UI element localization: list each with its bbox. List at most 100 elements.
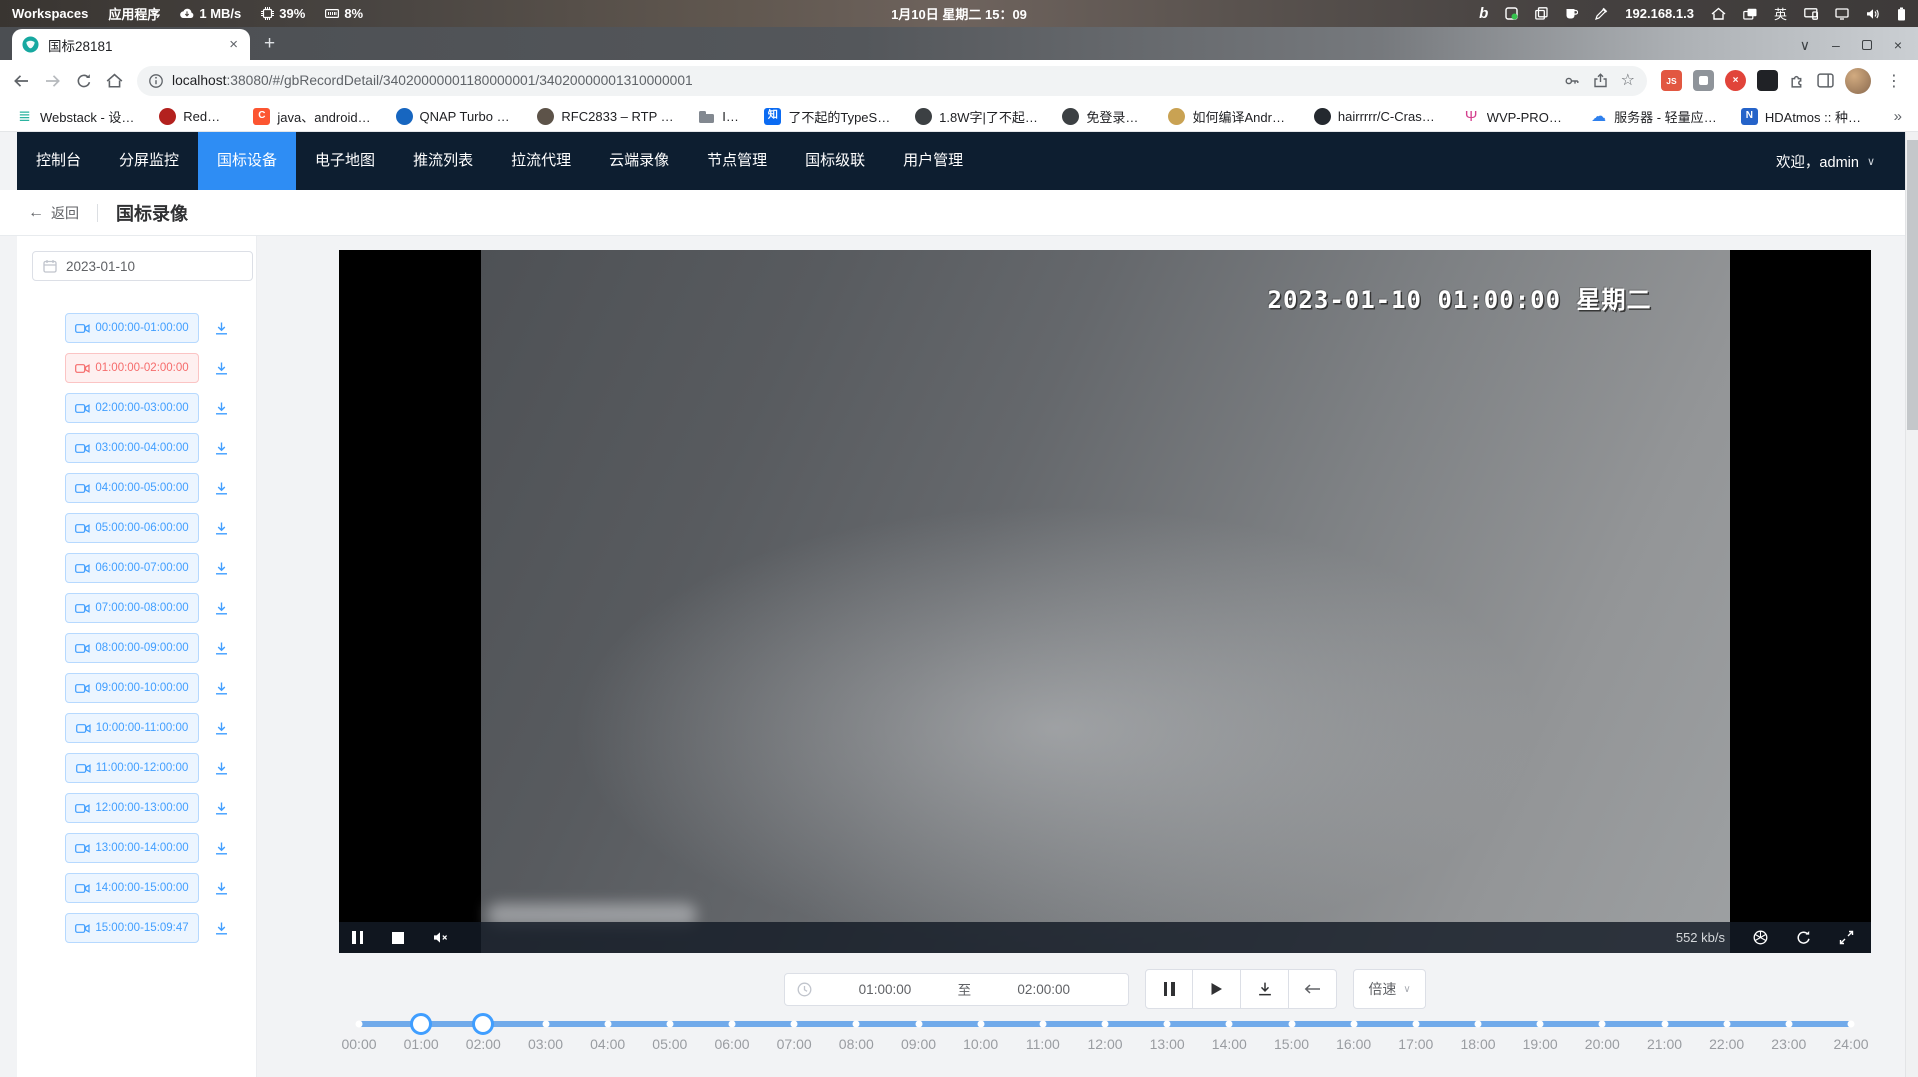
back-icon[interactable] xyxy=(12,73,30,89)
user-menu[interactable]: 欢迎，admin ∨ xyxy=(1776,151,1875,172)
download-segment-button[interactable] xyxy=(212,599,231,618)
record-segment-button[interactable]: 15:00:00-15:09:47 xyxy=(65,913,199,943)
window-minimize-icon[interactable]: – xyxy=(1832,38,1840,52)
bookmark-item[interactable]: 免登录复制 xyxy=(1062,107,1144,126)
download-segment-button[interactable] xyxy=(212,439,231,458)
nav-menu-item[interactable]: 电子地图 xyxy=(296,132,394,190)
end-time-value[interactable]: 02:00:00 xyxy=(971,982,1116,997)
toolbar-home-icon[interactable] xyxy=(106,73,123,88)
nav-menu-item[interactable]: 分屏监控 xyxy=(100,132,198,190)
record-segment-button[interactable]: 04:00:00-05:00:00 xyxy=(65,473,199,503)
bookmark-item[interactable]: RFC2833 – RTP Ev... xyxy=(537,108,674,125)
record-segment-button[interactable]: 00:00:00-01:00:00 xyxy=(65,313,199,343)
download-segment-button[interactable] xyxy=(212,399,231,418)
download-segment-button[interactable] xyxy=(212,679,231,698)
tray-screenshot-app-icon[interactable] xyxy=(1505,7,1518,20)
record-segment-button[interactable]: 10:00:00-11:00:00 xyxy=(65,713,199,743)
nav-menu-item[interactable]: 国标级联 xyxy=(786,132,884,190)
browser-menu-icon[interactable]: ⋮ xyxy=(1882,71,1906,91)
bookmarks-overflow-icon[interactable]: » xyxy=(1894,108,1902,125)
timeline-handle-end[interactable] xyxy=(472,1013,494,1035)
home-icon[interactable] xyxy=(1711,7,1726,20)
bookmark-item[interactable]: 1.8W字|了不起的... xyxy=(915,107,1038,126)
bookmark-item[interactable]: 知 了不起的TypeScri... xyxy=(764,107,891,126)
download-segment-button[interactable] xyxy=(212,799,231,818)
battery-icon[interactable] xyxy=(1897,7,1906,21)
download-segment-button[interactable] xyxy=(212,719,231,738)
nav-menu-item[interactable]: 节点管理 xyxy=(688,132,786,190)
player-pause-button[interactable] xyxy=(352,931,363,944)
tray-app-b-icon[interactable]: b xyxy=(1479,5,1488,22)
share-icon[interactable] xyxy=(1593,73,1608,88)
window-maximize-icon[interactable] xyxy=(1862,40,1872,50)
bookmark-star-icon[interactable]: ☆ xyxy=(1621,73,1635,89)
date-picker-input[interactable]: 2023-01-10 xyxy=(32,251,253,281)
browser-tab[interactable]: 国标28181 × xyxy=(12,29,250,60)
tray-caffeine-cup-icon[interactable] xyxy=(1565,8,1578,20)
download-button[interactable] xyxy=(1241,969,1289,1009)
side-panel-icon[interactable] xyxy=(1817,73,1834,88)
video-player[interactable]: 2023-01-10 01:00:00 星期二 552 kb/s xyxy=(339,250,1871,953)
nav-menu-item[interactable]: 云端录像 xyxy=(590,132,688,190)
snapshot-button[interactable] xyxy=(1753,930,1768,945)
record-segment-button[interactable]: 03:00:00-04:00:00 xyxy=(65,433,199,463)
download-segment-button[interactable] xyxy=(212,319,231,338)
window-close-icon[interactable]: × xyxy=(1894,38,1902,52)
nav-menu-item[interactable]: 拉流代理 xyxy=(492,132,590,190)
extensions-puzzle-icon[interactable] xyxy=(1789,72,1806,89)
timeline-handle-start[interactable] xyxy=(410,1013,432,1035)
profile-avatar[interactable] xyxy=(1845,68,1871,94)
bookmark-item[interactable]: 如何编译Android... xyxy=(1168,107,1289,126)
bookmark-item[interactable]: ☁ 服务器 - 轻量应用... xyxy=(1590,107,1717,126)
extension-icon-4[interactable] xyxy=(1757,70,1778,91)
player-mute-button[interactable] xyxy=(433,931,449,944)
page-scrollbar[interactable] xyxy=(1905,132,1918,1077)
input-method-indicator[interactable]: 英 xyxy=(1774,4,1787,23)
download-segment-button[interactable] xyxy=(212,759,231,778)
download-segment-button[interactable] xyxy=(212,359,231,378)
record-segment-button[interactable]: 09:00:00-10:00:00 xyxy=(65,673,199,703)
player-refresh-button[interactable] xyxy=(1796,930,1811,945)
play-button[interactable] xyxy=(1193,969,1241,1009)
download-segment-button[interactable] xyxy=(212,479,231,498)
start-time-value[interactable]: 01:00:00 xyxy=(812,982,957,997)
tab-search-chevron-icon[interactable]: ∨ xyxy=(1800,38,1810,52)
record-segment-button[interactable]: 06:00:00-07:00:00 xyxy=(65,553,199,583)
record-segment-button[interactable]: 12:00:00-13:00:00 xyxy=(65,793,199,823)
display-icon[interactable] xyxy=(1835,8,1849,20)
tray-clipboard-icon[interactable] xyxy=(1535,7,1548,20)
pause-button[interactable] xyxy=(1145,969,1193,1009)
clock-indicator[interactable]: 1月10日 星期二 15：09 xyxy=(891,4,1027,23)
record-segment-button[interactable]: 05:00:00-06:00:00 xyxy=(65,513,199,543)
bookmark-item[interactable]: ≣ Webstack - 设计... xyxy=(16,107,135,126)
playback-speed-button[interactable]: 倍速 ∨ xyxy=(1353,969,1425,1009)
nav-menu-item[interactable]: 控制台 xyxy=(17,132,100,190)
record-segment-button[interactable]: 07:00:00-08:00:00 xyxy=(65,593,199,623)
download-segment-button[interactable] xyxy=(212,919,231,938)
tab-close-icon[interactable]: × xyxy=(227,37,240,52)
download-segment-button[interactable] xyxy=(212,639,231,658)
download-segment-button[interactable] xyxy=(212,879,231,898)
nav-menu-item[interactable]: 国标设备 xyxy=(198,132,296,190)
fullscreen-button[interactable] xyxy=(1839,930,1854,945)
download-segment-button[interactable] xyxy=(212,519,231,538)
scrollbar-thumb[interactable] xyxy=(1907,140,1918,430)
bookmark-item[interactable]: N HDAtmos :: 种子 *... xyxy=(1741,107,1870,126)
bookmark-item[interactable]: QNAP Turbo NAS xyxy=(396,108,514,125)
forward-icon[interactable] xyxy=(44,73,62,89)
nav-menu-item[interactable]: 用户管理 xyxy=(884,132,982,190)
back-button[interactable]: ← 返回 xyxy=(28,203,79,223)
phonelink-icon[interactable] xyxy=(1804,8,1818,20)
workspaces-button[interactable]: Workspaces xyxy=(12,6,88,21)
record-segment-button[interactable]: 11:00:00-12:00:00 xyxy=(65,753,199,783)
extension-icon-3[interactable]: × xyxy=(1725,70,1746,91)
nav-menu-item[interactable]: 推流列表 xyxy=(394,132,492,190)
bookmark-item[interactable]: C java、android可... xyxy=(253,107,371,126)
window-switcher-icon[interactable] xyxy=(1743,8,1757,20)
bookmark-item[interactable]: hairrrrr/C-CrashC... xyxy=(1314,108,1439,125)
download-segment-button[interactable] xyxy=(212,839,231,858)
time-range-input[interactable]: 01:00:00 至 02:00:00 xyxy=(784,973,1129,1006)
record-segment-button[interactable]: 01:00:00-02:00:00 xyxy=(65,353,199,383)
tray-color-picker-icon[interactable] xyxy=(1595,7,1608,20)
new-tab-button[interactable]: + xyxy=(264,34,275,53)
